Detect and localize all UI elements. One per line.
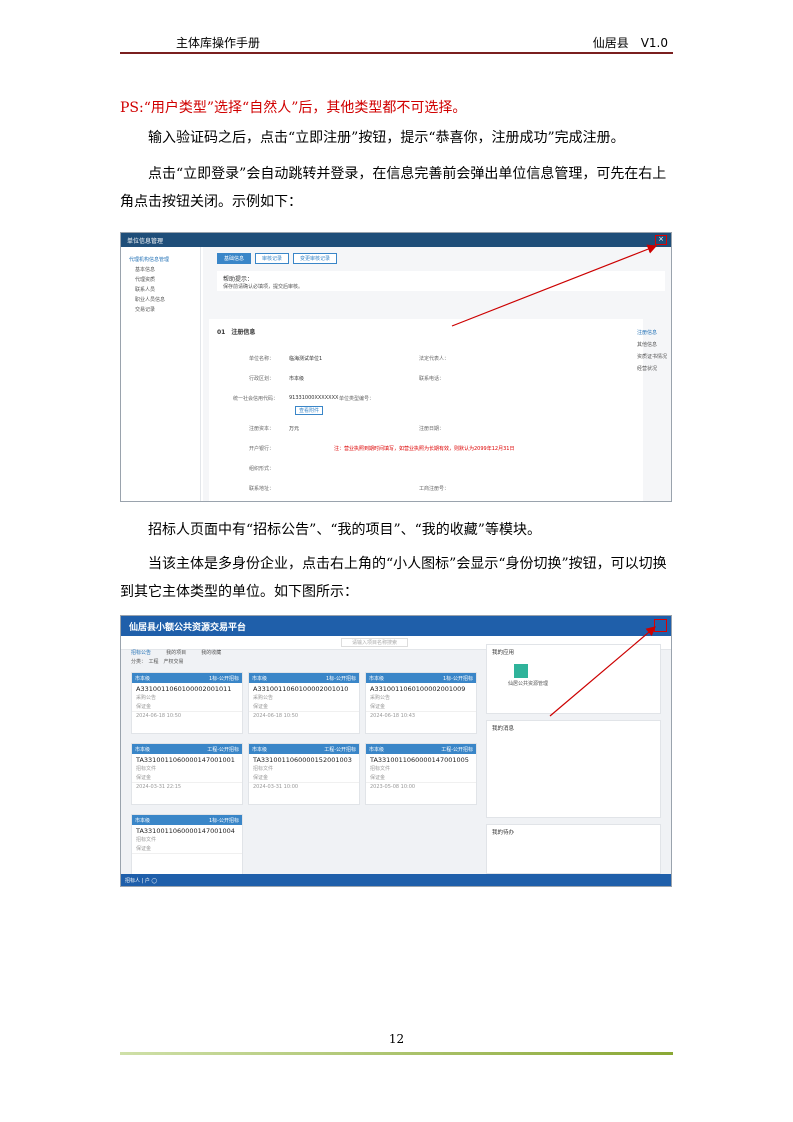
search-input[interactable]: 请输入项目名称搜索 xyxy=(341,638,409,647)
paragraph-switch: 当该主体是多身份企业，点击右上角的“小人图标”会显示“身份切换”按钮，可以切换到… xyxy=(120,556,667,600)
project-card[interactable]: 市本级 1标-公开招标 A3310011060100002001011 采购公告 … xyxy=(131,672,243,734)
right-anchor-nav: 注册信息 其他信息 资质证书情况 经营状况 xyxy=(637,327,667,375)
view-attachment-button[interactable]: 查看附件 xyxy=(295,406,324,415)
register-info-card: 01 注册信息 单位名称： 临海测试单位1 法定代表人： 行政区划： 市本级 联… xyxy=(209,319,643,501)
field-label: 法定代表人： xyxy=(419,356,450,362)
screenshot-unit-info: 单位信息管理 × 代理机构信息管理 基本信息 代理资质 联系人员 职业人员信息 … xyxy=(120,232,672,502)
my-messages-panel: 我的消息 xyxy=(486,720,661,818)
dialog-sidebar: 代理机构信息管理 基本信息 代理资质 联系人员 职业人员信息 交易记录 xyxy=(121,247,201,501)
section-title: 01 注册信息 xyxy=(217,329,256,336)
paragraph-verification: 输入验证码之后，点击“立即注册”按钮，提示“恭喜你，注册成功”完成注册。 xyxy=(148,130,625,146)
filter-line: 分类： 工程 产权交易 xyxy=(131,659,184,665)
sidebar-item-qualification[interactable]: 代理资质 xyxy=(125,276,196,283)
close-button[interactable]: × xyxy=(655,235,667,245)
header-rule xyxy=(120,52,673,54)
app-icon[interactable] xyxy=(514,664,528,678)
field-value: 91331000XXXXXXX xyxy=(289,395,339,401)
field-label: 工商注册号： xyxy=(419,486,450,492)
page-number: 12 xyxy=(388,1032,405,1046)
project-card[interactable]: 市本级 1标-公开招标 A3310011060100002001010 采购公告 … xyxy=(248,672,360,734)
notice-title: 帮助提示： xyxy=(223,276,254,283)
paragraph-modules: 招标人页面中有“招标公告”、“我的项目”、“我的收藏”等模块。 xyxy=(148,522,541,538)
footer-rule xyxy=(120,1052,673,1055)
project-card[interactable]: 市本级 工程-公开招标 TA3310011060000147001001 招标文件… xyxy=(131,743,243,805)
field-label: 行政区划： xyxy=(249,376,275,382)
dialog-title: 单位信息管理 xyxy=(121,233,671,247)
project-card[interactable]: 市本级 1标-公开招标 A3310011060100002001009 采购公告 … xyxy=(365,672,477,734)
platform-title: 仙居县小额公共资源交易平台 xyxy=(121,616,671,636)
dialog-main: 基础信息 审核记录 变更审核记录 帮助提示： 保存前请确认必填项，提交后审核。 … xyxy=(203,247,671,501)
warning-text: 注：营业执照到期时间填写，如营业执照为长期有效，则默认为2099年12月31日 xyxy=(334,446,515,452)
project-card[interactable]: 市本级 1标-公开招标 TA3310011060000147001004 招标文件… xyxy=(131,814,243,876)
field-label: 注册日期： xyxy=(419,426,445,432)
bottom-bar[interactable]: 招标人 | 户 ◯ xyxy=(121,874,671,886)
tab-audit[interactable]: 审核记录 xyxy=(255,253,290,264)
anchor-operation[interactable]: 经营状况 xyxy=(637,363,667,375)
sidebar-item-records[interactable]: 交易记录 xyxy=(125,306,196,313)
anchor-cert[interactable]: 资质证书情况 xyxy=(637,351,667,363)
paragraph-login: 点击“立即登录”会自动跳转并登录，在信息完善前会弹出单位信息管理，可先在右上角点… xyxy=(120,166,667,210)
anchor-register[interactable]: 注册信息 xyxy=(637,327,667,339)
field-label: 联系地址： xyxy=(249,486,275,492)
user-icon[interactable] xyxy=(654,619,667,632)
project-card[interactable]: 市本级 工程-公开招标 TA3310011060000152001003 招标文件… xyxy=(248,743,360,805)
field-label: 联系电话： xyxy=(419,376,445,382)
field-label: 注册资本： xyxy=(249,426,275,432)
project-card[interactable]: 市本级 工程-公开招标 TA3310011060000147001005 招标文件… xyxy=(365,743,477,805)
my-todo-panel: 我的待办 xyxy=(486,824,661,874)
ps-note: PS:“用户类型”选择“自然人”后，其他类型都不可选择。 xyxy=(120,100,467,116)
field-label: 单位名称： xyxy=(249,356,275,362)
tab-favorites[interactable]: 我的收藏 xyxy=(201,650,221,656)
header-left: 主体库操作手册 xyxy=(176,36,261,50)
sidebar-item-staff[interactable]: 职业人员信息 xyxy=(125,296,196,303)
field-label: 组织形式： xyxy=(249,466,275,472)
my-apps-panel: 我的应用 仙居公共资源管理 xyxy=(486,644,661,714)
sidebar-item-basic[interactable]: 基本信息 xyxy=(125,266,196,273)
field-label: 统一社会信用代码： xyxy=(233,396,279,402)
sidebar-item-agency[interactable]: 代理机构信息管理 xyxy=(125,256,196,263)
tab-projects[interactable]: 我的项目 xyxy=(166,650,186,656)
field-value: 临海测试单位1 xyxy=(289,356,323,362)
anchor-other[interactable]: 其他信息 xyxy=(637,339,667,351)
tab-basic[interactable]: 基础信息 xyxy=(217,253,252,264)
field-label: 开户银行： xyxy=(249,446,275,452)
tab-notice[interactable]: 招标公告 xyxy=(131,650,151,656)
field-label: 单位类型编号： xyxy=(339,396,375,402)
tab-change-audit[interactable]: 变更审核记录 xyxy=(293,253,338,264)
field-value: 市本级 xyxy=(289,376,305,382)
header-right: 仙居县 V1.0 xyxy=(592,36,668,50)
field-value: 万元 xyxy=(289,426,300,432)
sidebar-item-contacts[interactable]: 联系人员 xyxy=(125,286,196,293)
notice-text: 保存前请确认必填项，提交后审核。 xyxy=(223,284,304,290)
screenshot-portal: 仙居县小额公共资源交易平台 招标公告 我的项目 我的收藏 请输入项目名称搜索 分… xyxy=(120,615,672,887)
